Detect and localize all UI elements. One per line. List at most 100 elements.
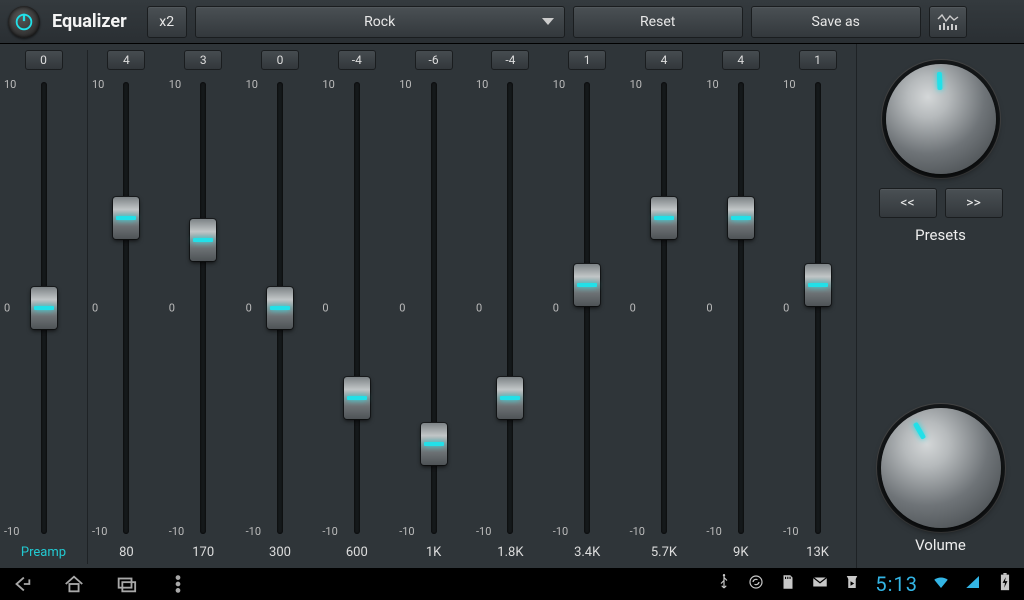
band-column: 4100-1080: [88, 50, 165, 564]
band-slider[interactable]: 10 0 -10: [702, 76, 779, 540]
scale-min: -10: [630, 525, 645, 538]
presets-knob[interactable]: [886, 64, 996, 174]
zoom-button[interactable]: x2: [147, 6, 187, 38]
preset-dropdown[interactable]: Rock: [195, 6, 565, 38]
band-slider[interactable]: 100-10: [472, 76, 549, 540]
band-column: 0100-10300: [242, 50, 319, 564]
band-thumb[interactable]: [267, 287, 293, 329]
scale-max: 10: [553, 78, 565, 91]
usb-icon: [715, 573, 733, 595]
band-slider[interactable]: 100-10: [549, 76, 626, 540]
band-value: 1: [799, 50, 837, 70]
band-column: 1 100-1013K: [779, 50, 856, 564]
band-slider[interactable]: 10 0 -10: [318, 76, 395, 540]
back-icon[interactable]: [10, 572, 34, 596]
play-store-icon: [843, 573, 861, 595]
band-slider[interactable]: 100-10: [779, 76, 856, 540]
band-column: 4100-105.7K: [626, 50, 703, 564]
save-as-button[interactable]: Save as: [751, 6, 921, 38]
band-thumb[interactable]: [574, 264, 600, 306]
band-freq-label: 5.7K: [651, 540, 677, 564]
volume-knob-tick: [912, 422, 925, 440]
band-slider[interactable]: 100-10: [626, 76, 703, 540]
scale-min: -10: [169, 525, 184, 538]
visualizer-button[interactable]: [929, 6, 967, 38]
band-thumb[interactable]: [344, 377, 370, 419]
presets-label: Presets: [915, 226, 966, 244]
preamp-value: 0: [25, 50, 63, 70]
band-column: 1100-103.4K: [549, 50, 626, 564]
band-thumb[interactable]: [113, 197, 139, 239]
band-value: 4: [722, 50, 760, 70]
scale-mid: 0: [553, 302, 559, 315]
band-freq-label: 170: [192, 540, 214, 564]
band-freq-label: 300: [269, 540, 291, 564]
scale-mid: 0: [322, 302, 328, 315]
scale-max: 10: [706, 78, 718, 91]
scale-mid: 0: [92, 302, 98, 315]
band-slider[interactable]: 100-10: [165, 76, 242, 540]
scale-min: -10: [246, 525, 261, 538]
preset-selected-label: Rock: [364, 14, 395, 30]
volume-block: Volume: [881, 408, 1001, 560]
presets-knob-tick: [936, 72, 942, 90]
chevron-down-icon: [542, 14, 554, 30]
right-panel: << >> Presets Volume: [856, 44, 1024, 568]
band-thumb[interactable]: [651, 197, 677, 239]
band-thumb[interactable]: [805, 264, 831, 306]
preamp-slider[interactable]: 10 0 -10: [0, 76, 87, 540]
sync-icon: [747, 573, 765, 595]
band-freq-label: 600: [346, 540, 368, 564]
equalizer-sliders: 0 10 0 -10 Preamp 4100-10803100-10170010…: [0, 44, 856, 568]
preset-nav: << >>: [879, 188, 1003, 218]
preset-next-button[interactable]: >>: [945, 188, 1003, 218]
volume-label: Volume: [915, 536, 966, 554]
band-slider[interactable]: 100-10: [395, 76, 472, 540]
toolbar: Equalizer x2 Rock Reset Save as: [0, 0, 1024, 44]
preamp-label: Preamp: [21, 540, 66, 564]
band-value: -6: [415, 50, 453, 70]
band-freq-label: 13K: [806, 540, 829, 564]
band-thumb[interactable]: [728, 197, 754, 239]
scale-max: 10: [4, 78, 16, 91]
band-value: -4: [491, 50, 529, 70]
reset-button[interactable]: Reset: [573, 6, 743, 38]
clock: 5:13: [875, 572, 918, 596]
scale-mid: 0: [630, 302, 636, 315]
cell-signal-icon: [964, 573, 982, 595]
band-slider[interactable]: 100-10: [88, 76, 165, 540]
scale-max: 10: [399, 78, 411, 91]
band-freq-label: 80: [119, 540, 134, 564]
preamp-column: 0 10 0 -10 Preamp: [0, 50, 88, 564]
volume-knob[interactable]: [881, 408, 1001, 528]
scale-max: 10: [783, 78, 795, 91]
band-thumb[interactable]: [421, 423, 447, 465]
scale-min: -10: [476, 525, 491, 538]
home-icon[interactable]: [62, 572, 86, 596]
band-freq-label: 3.4K: [574, 540, 600, 564]
preset-prev-button[interactable]: <<: [879, 188, 937, 218]
band-value: 0: [261, 50, 299, 70]
band-thumb[interactable]: [497, 377, 523, 419]
band-slider[interactable]: 10 0 -10: [242, 76, 319, 540]
scale-mid: 0: [246, 302, 252, 315]
scale-mid: 0: [706, 302, 712, 315]
preamp-thumb[interactable]: [31, 287, 57, 329]
scale-mid: 0: [169, 302, 175, 315]
scale-min: -10: [706, 525, 721, 538]
band-thumb[interactable]: [190, 219, 216, 261]
recent-apps-icon[interactable]: [114, 572, 138, 596]
band-freq-label: 1.8K: [497, 540, 523, 564]
android-nav-bar: 5:13: [0, 568, 1024, 600]
band-freq-label: 9K: [733, 540, 748, 564]
band-column: -4100-10600: [318, 50, 395, 564]
page-title: Equalizer: [52, 11, 127, 32]
scale-min: -10: [92, 525, 107, 538]
scale-min: -10: [322, 525, 337, 538]
menu-icon[interactable]: [166, 572, 190, 596]
scale-max: 10: [322, 78, 334, 91]
power-toggle[interactable]: [8, 6, 40, 38]
band-value: 4: [107, 50, 145, 70]
scale-max: 10: [246, 78, 258, 91]
scale-mid: 0: [4, 302, 10, 315]
